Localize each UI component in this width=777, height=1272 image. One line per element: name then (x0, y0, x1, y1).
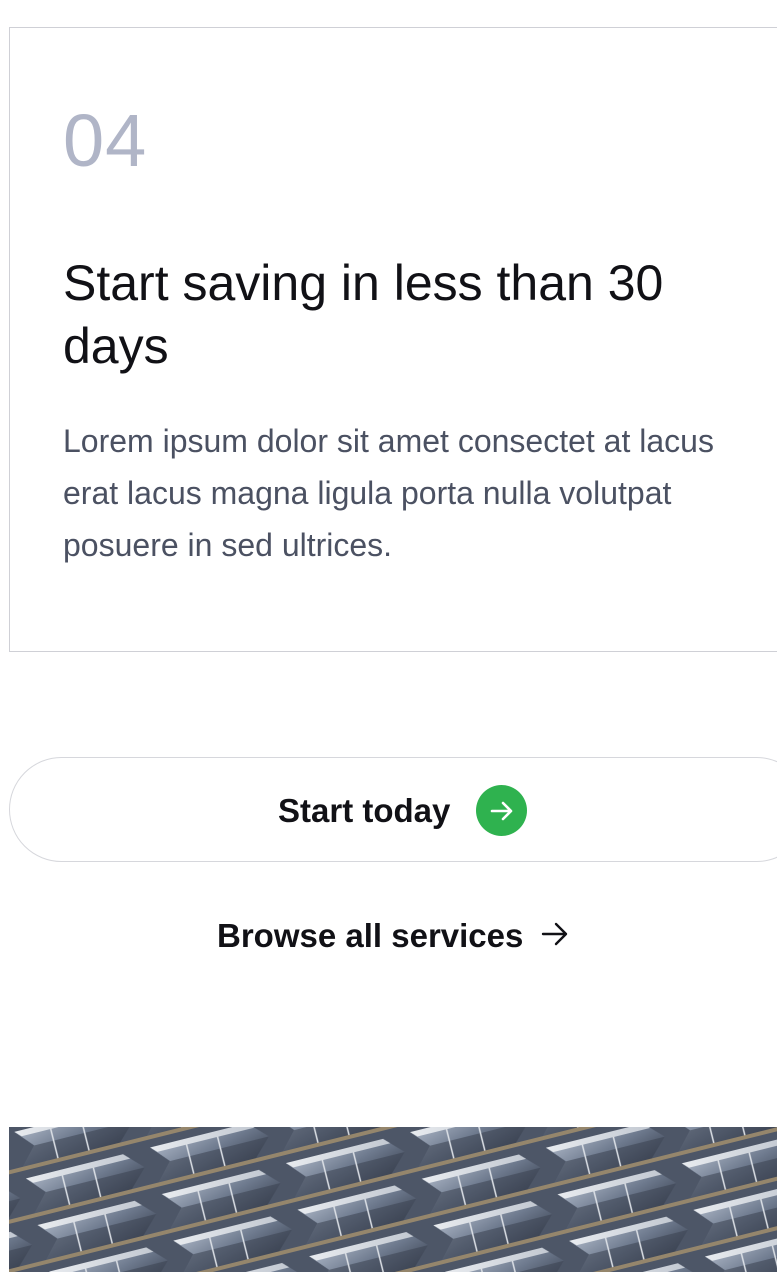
step-number: 04 (63, 99, 148, 182)
browse-all-services-link[interactable]: Browse all services (217, 916, 569, 956)
arrow-right-icon (476, 785, 527, 836)
step-description: Lorem ipsum dolor sit amet consectet at … (63, 423, 714, 563)
browse-all-services-label: Browse all services (217, 917, 524, 954)
building-facade-image (9, 1127, 777, 1272)
start-today-button[interactable]: Start today (9, 757, 777, 862)
arrow-right-icon (542, 922, 568, 946)
step-title: Start saving in less than 30 days (63, 255, 664, 374)
step-card: 04 Start saving in less than 30 days Lor… (9, 27, 777, 652)
start-today-label: Start today (278, 792, 451, 829)
